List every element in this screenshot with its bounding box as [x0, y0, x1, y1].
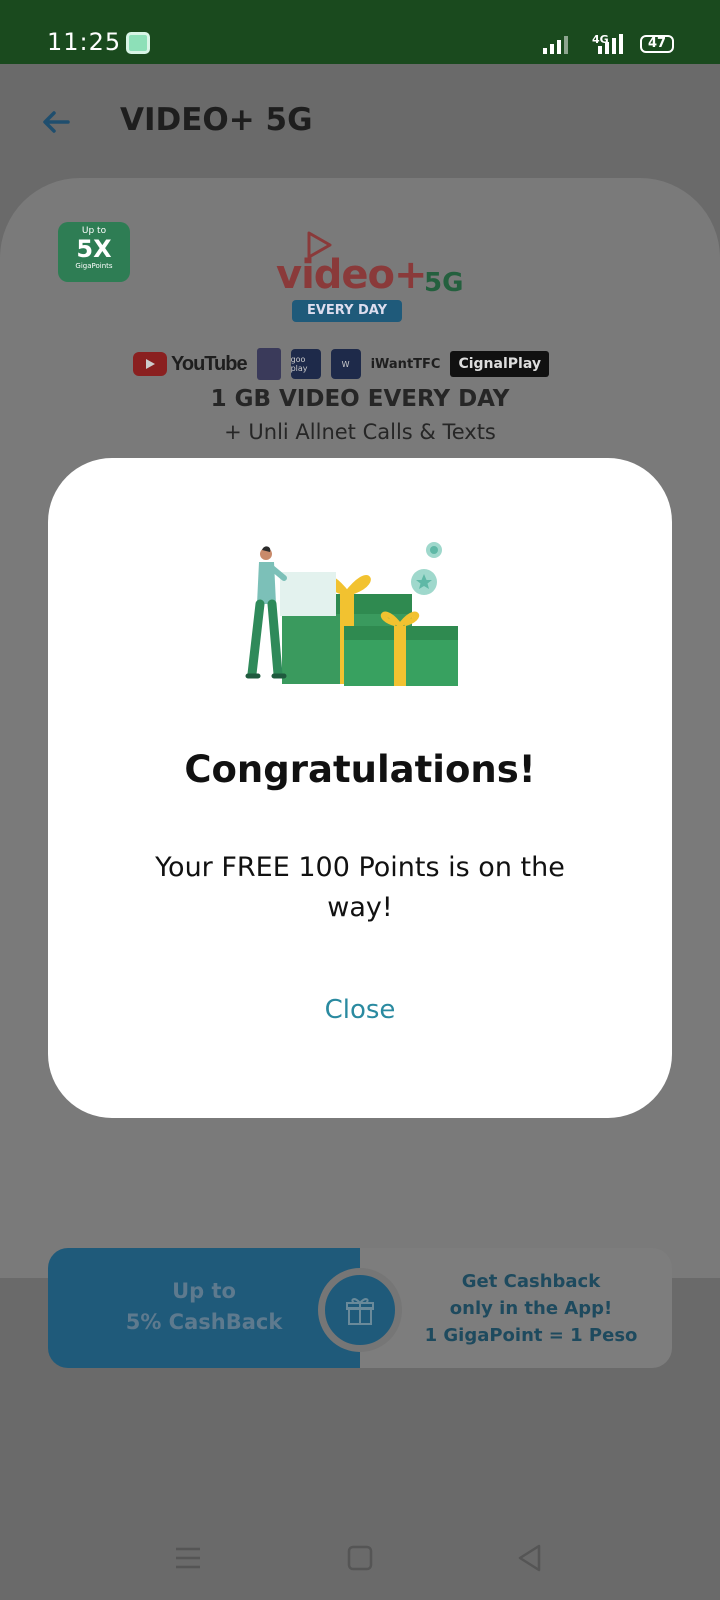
dialog-message: Your FREE 100 Points is on the way! [155, 852, 565, 923]
gopay-logo: goo play [290, 349, 321, 379]
app-bar: VIDEO+ 5G [0, 64, 720, 174]
back-arrow-icon[interactable] [38, 104, 74, 140]
logo-text: video+ [276, 252, 428, 298]
status-bar: 11:25 4G 47 [0, 0, 720, 64]
congratulations-dialog: Congratulations! Your FREE 100 Points is… [48, 458, 672, 1118]
back-icon[interactable] [512, 1540, 548, 1576]
home-icon[interactable] [342, 1540, 378, 1576]
partner-logos: YouTube goo play W iWantTFC CignalPlay [133, 348, 587, 380]
iwanttfc-logo: iWantTFC [370, 356, 441, 372]
cashback-right-line3: 1 GigaPoint = 1 Peso [424, 1325, 638, 1346]
video-plus-logo: video+ 5G EVERY DAY [276, 230, 476, 322]
youtube-play-icon [133, 352, 167, 376]
promo-subline: + Unli Allnet Calls & Texts [224, 420, 496, 444]
signal-4g-icon [598, 34, 623, 54]
cashback-right-line2: only in the App! [449, 1298, 613, 1319]
logo-tag: EVERY DAY [292, 300, 402, 322]
badge-top-text: Up to [81, 226, 107, 236]
page-title: VIDEO+ 5G [120, 102, 313, 138]
menu-icon[interactable] [170, 1540, 206, 1576]
badge-main-text: 5X [76, 235, 112, 263]
battery-icon: 47 [640, 35, 674, 53]
gift-boxes-illustration [245, 542, 458, 686]
close-button[interactable]: Close [260, 988, 460, 1032]
promo-headline: 1 GB VIDEO EVERY DAY [210, 386, 510, 412]
youtube-label: YouTube [171, 352, 248, 375]
logo-5g: 5G [424, 268, 464, 298]
gigapoints-badge: Up to 5X GigaPoints [58, 222, 130, 282]
cashback-left: Up to 5% CashBack [48, 1248, 360, 1368]
cashback-right-line1: Get Cashback [461, 1271, 601, 1292]
cashback-left-line2: 5% CashBack [125, 1310, 283, 1334]
nba-league-pass-logo [256, 348, 281, 380]
app-notification-icon [126, 32, 150, 54]
iwant-icon: W [330, 349, 361, 379]
cashback-left-line1: Up to [172, 1279, 236, 1303]
system-nav-bar [0, 1500, 720, 1600]
badge-bottom-text: GigaPoints [75, 262, 113, 270]
cashback-gift-icon [318, 1268, 402, 1352]
youtube-logo: YouTube [133, 352, 248, 376]
status-time: 11:25 [47, 28, 122, 56]
cashback-right: Get Cashback only in the App! 1 GigaPoin… [360, 1248, 672, 1368]
dialog-title: Congratulations! [184, 748, 536, 791]
cignalplay-logo: CignalPlay [450, 351, 549, 377]
signal-strength-icon [543, 34, 568, 54]
